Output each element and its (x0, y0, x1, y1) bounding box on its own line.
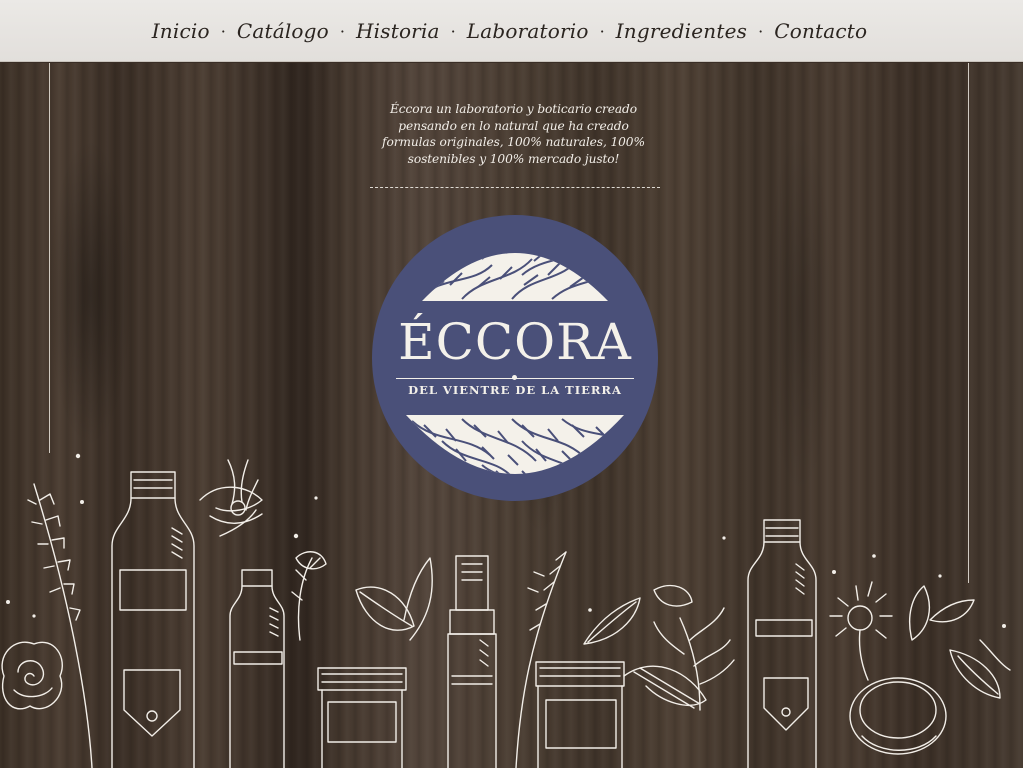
nav-separator: · (339, 22, 345, 41)
frame-line-left (49, 63, 50, 453)
logo-subtitle: DEL VIENTRE DE LA TIERRA (408, 383, 622, 397)
jar-icon (317, 667, 407, 768)
tagline-line: sostenibles y 100% mercado justo! (407, 151, 620, 166)
nav-separator: · (450, 22, 456, 41)
jar-icon (535, 661, 707, 768)
nav-separator: · (758, 22, 764, 41)
nav-separator: · (220, 22, 226, 41)
bottle-icon (747, 519, 817, 768)
dashed-divider (370, 187, 660, 188)
nav-link-laboratorio[interactable]: Laboratorio (467, 19, 589, 43)
tagline-line: Éccora un laboratorio y boticario creado (390, 102, 637, 116)
rose-icon (1, 641, 63, 710)
spray-bottle-icon (447, 555, 497, 768)
nav-link-inicio[interactable]: Inicio (152, 19, 210, 43)
bottle-icon (111, 471, 195, 768)
nav-link-contacto[interactable]: Contacto (774, 19, 867, 43)
botanical-illustration (1, 453, 1011, 768)
nav-link-historia[interactable]: Historia (356, 19, 440, 43)
logo-dot (512, 375, 517, 380)
logo-wordmark: ÉCCORA (398, 313, 632, 371)
herb-icon (199, 459, 263, 537)
jar-icon (849, 677, 947, 755)
nav-items: Inicio · Catálogo · Historia · Laborator… (152, 19, 868, 43)
tagline-line: formulas originales, 100% naturales, 100… (382, 135, 645, 150)
nav-link-ingredientes[interactable]: Ingredientes (616, 19, 747, 43)
main-nav: Inicio · Catálogo · Historia · Laborator… (0, 0, 1023, 62)
bottle-icon (229, 569, 285, 768)
nav-separator: · (599, 22, 605, 41)
tagline-line: pensando en lo natural que ha creado (398, 118, 629, 133)
lavender-icon (27, 483, 93, 768)
hero-tagline: Éccora un laboratorio y boticario creado… (366, 101, 661, 167)
nav-link-catalogo[interactable]: Catálogo (237, 19, 329, 43)
